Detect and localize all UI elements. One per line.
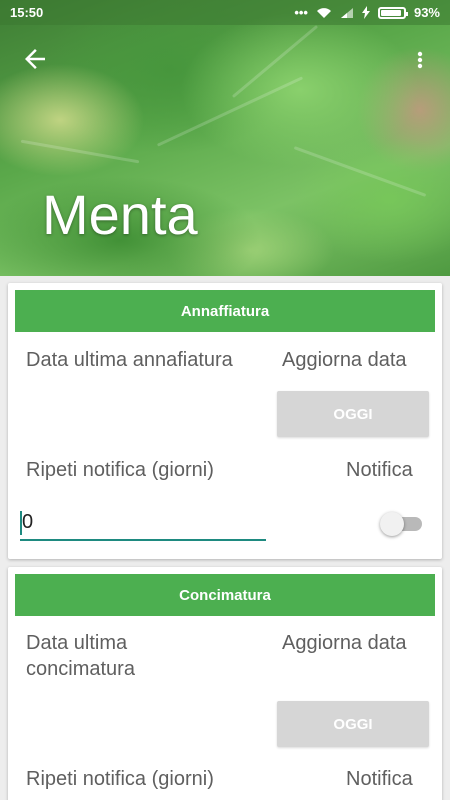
watering-header: Annaffiatura	[15, 290, 435, 332]
last-watering-label: Data ultima annafiatura	[26, 349, 233, 371]
repeat-notification-label: Ripeti notifica (giorni)	[26, 459, 214, 481]
battery-icon	[377, 6, 408, 19]
update-date-label: Aggiorna data	[282, 349, 407, 371]
watering-card: Annaffiatura Data ultima annafiatura Agg…	[8, 283, 442, 559]
arrow-back-icon[interactable]	[20, 44, 50, 74]
text-cursor	[20, 511, 22, 535]
fertilizing-header: Concimatura	[15, 574, 435, 616]
notification-label: Notifica	[346, 768, 413, 790]
today-button[interactable]: OGGI	[277, 701, 429, 747]
last-fertilizing-label: Data ultima concimatura	[26, 632, 135, 680]
toggle-thumb	[380, 512, 404, 536]
update-date-label: Aggiorna data	[282, 632, 407, 654]
notification-label: Notifica	[346, 459, 413, 481]
page-title: Menta	[42, 183, 198, 246]
wifi-icon	[316, 7, 331, 18]
today-button[interactable]: OGGI	[277, 391, 429, 437]
battery-percent: 93%	[413, 5, 440, 20]
signal-icon	[340, 7, 353, 18]
status-time: 15:50	[10, 5, 44, 20]
notification-toggle[interactable]	[380, 512, 424, 536]
more-notifications-icon: •••	[294, 5, 308, 20]
charging-icon	[361, 6, 370, 19]
repeat-notification-label: Ripeti notifica (giorni)	[26, 768, 214, 790]
status-bar: 15:50 ••• 93%	[0, 0, 450, 25]
fertilizing-card: Concimatura Data ultima concimatura Aggi…	[8, 567, 442, 800]
repeat-days-input[interactable]	[20, 505, 266, 541]
more-vert-icon[interactable]	[410, 46, 430, 74]
